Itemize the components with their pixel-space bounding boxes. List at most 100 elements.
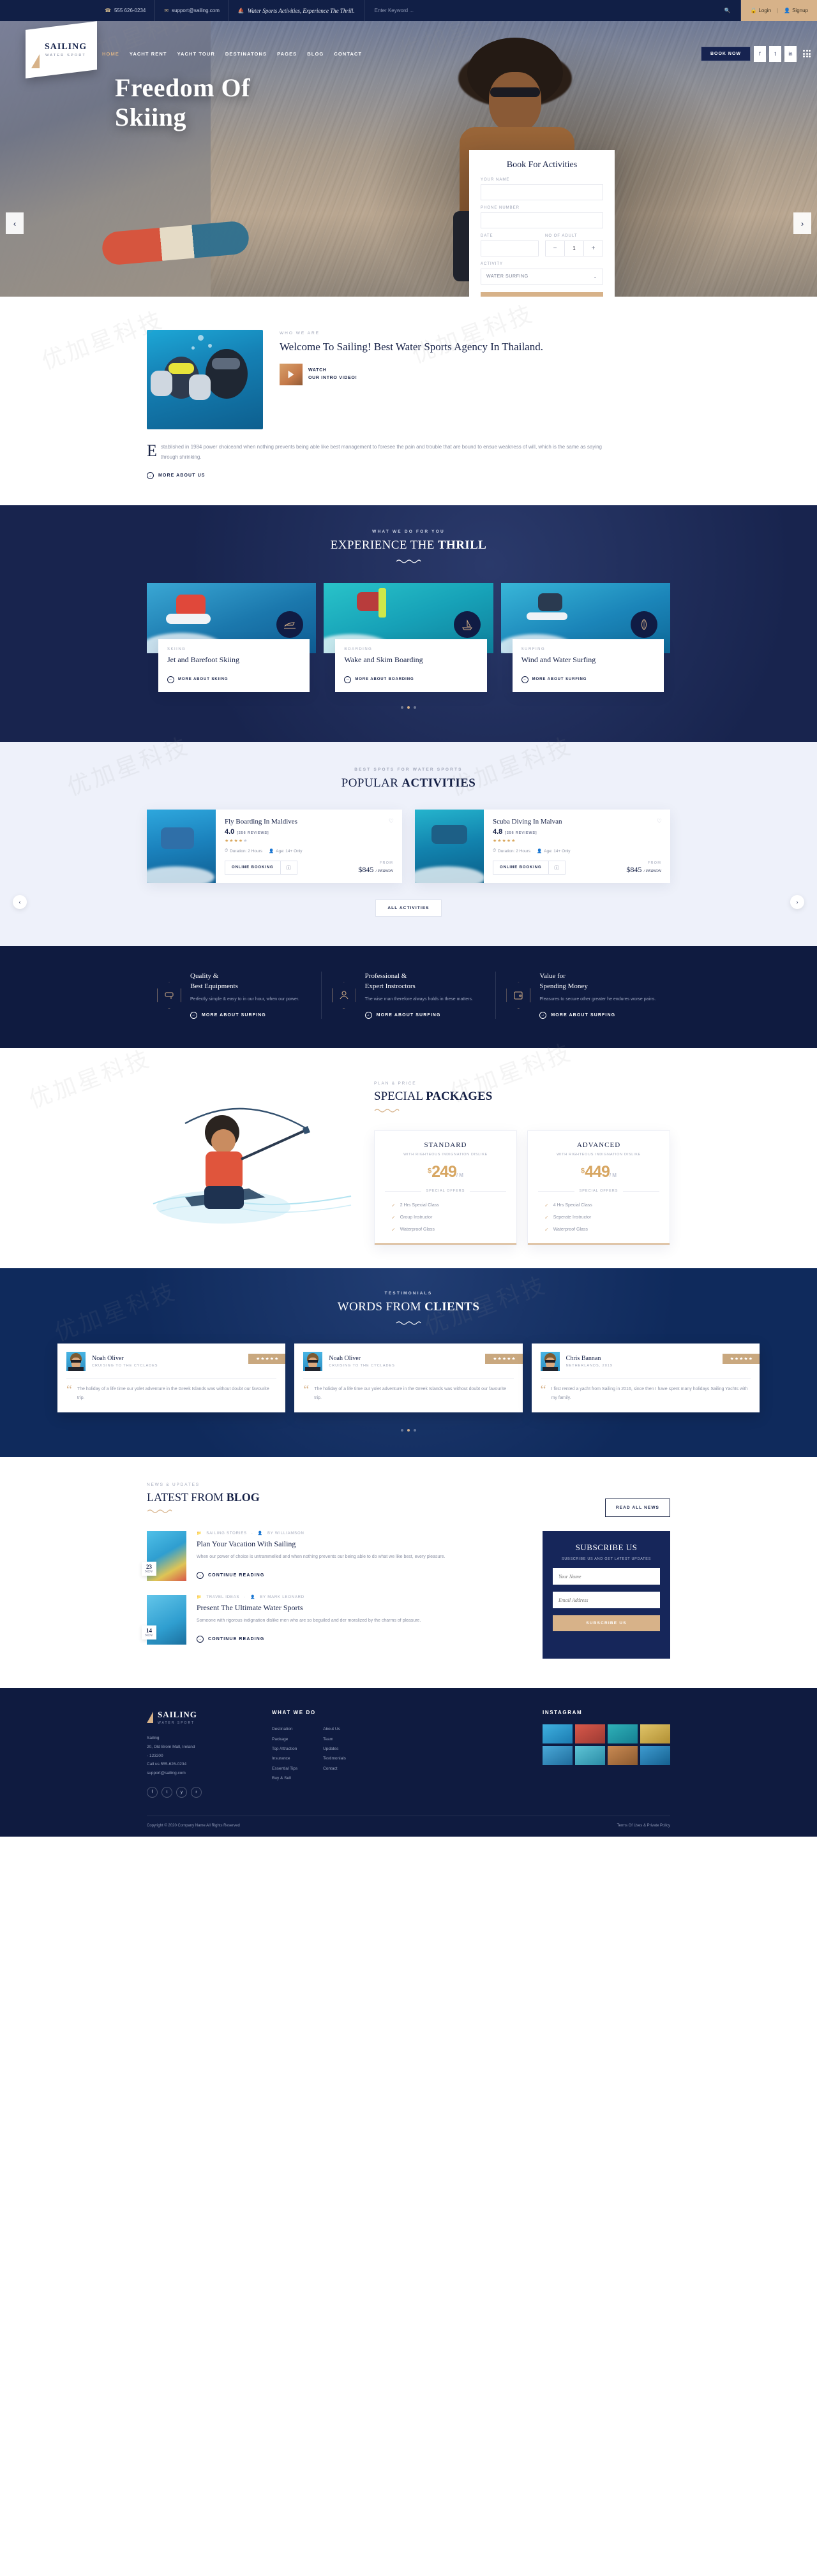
blog-post-author[interactable]: BY MARK LEONARD — [260, 1595, 304, 1599]
footer-link[interactable]: Destination — [272, 1724, 297, 1734]
blog-post-category[interactable]: TRAVEL IDEAS — [206, 1595, 239, 1599]
book-now-button[interactable]: BOOK NOW — [700, 46, 751, 61]
activity-card[interactable]: ♡ Scuba Diving In Malvan 4.8 [256 REVIEW… — [415, 810, 670, 884]
youtube-icon[interactable]: y — [176, 1786, 187, 1798]
plan-name: STANDARD — [424, 1141, 467, 1150]
footer-phone-line[interactable]: Call us 555-626-0234 — [147, 1760, 254, 1769]
pricing-card-advanced[interactable]: ADVANCED WITH RIGHTEOUS INDIGNATION DISL… — [527, 1130, 670, 1246]
nav-item-contact[interactable]: CONTACT — [334, 51, 362, 57]
blog-post-title[interactable]: Present The Ultimate Water Sports — [197, 1603, 421, 1613]
start-booking-button[interactable]: START BOOKING — [481, 292, 603, 297]
activities-next-arrow[interactable]: › — [790, 895, 804, 910]
instagram-thumb[interactable] — [640, 1724, 670, 1744]
blog-post-category[interactable]: SAILING STORIES — [206, 1532, 247, 1536]
more-about-us-button[interactable]: → MORE ABOUT US — [147, 472, 206, 480]
facebook-icon[interactable]: f — [147, 1786, 158, 1798]
thrill-card-boarding[interactable]: BOARDING Wake and Skim Boarding → MORE A… — [324, 582, 493, 693]
read-all-news-button[interactable]: READ ALL NEWS — [604, 1499, 670, 1518]
testimonial-text: The holiday of a life time our yolet adv… — [314, 1387, 506, 1400]
price-info-icon[interactable]: ⓘ — [280, 861, 297, 875]
feature-cta[interactable]: → MORE ABOUT SURFING — [539, 1011, 615, 1019]
nav-item-pages[interactable]: PAGES — [277, 51, 297, 57]
nav-item-yacht-rent[interactable]: YACHT RENT — [130, 51, 167, 57]
online-booking-button[interactable]: ONLINE BOOKING — [493, 861, 549, 875]
footer-link[interactable]: Essential Tips — [272, 1764, 297, 1773]
topbar-phone[interactable]: ☎ 555 626-0234 — [96, 0, 156, 21]
date-input[interactable] — [481, 241, 539, 256]
rss-icon[interactable]: r — [191, 1786, 202, 1798]
footer-link[interactable]: Insurance — [272, 1754, 297, 1763]
instagram-thumb[interactable] — [608, 1746, 638, 1766]
blog-post-cta[interactable]: → CONTINUE READING — [197, 1636, 264, 1643]
signup-link[interactable]: 👤 Signup — [784, 8, 808, 13]
video-thumbnail[interactable] — [280, 363, 303, 385]
instagram-thumb[interactable] — [543, 1746, 573, 1766]
footer-address-line: Sailing — [147, 1736, 160, 1741]
hero-prev-arrow[interactable]: ‹ — [6, 212, 24, 234]
twitter-icon[interactable]: t — [769, 45, 781, 62]
footer-link[interactable]: Buy & Sell — [272, 1773, 297, 1783]
activity-select[interactable]: WATER SURFING ⌄ — [481, 269, 603, 285]
instagram-thumb[interactable] — [575, 1724, 605, 1744]
twitter-icon[interactable]: t — [161, 1786, 172, 1798]
search-icon[interactable]: 🔍 — [724, 8, 731, 13]
terms-link[interactable]: Terms Of Uses & Private Policy — [617, 1824, 670, 1828]
footer-link[interactable]: Updates — [323, 1744, 346, 1754]
footer-link[interactable]: Top Attraction — [272, 1744, 297, 1754]
adult-decrement-button[interactable]: − — [546, 241, 564, 256]
footer-link[interactable]: Contact — [323, 1764, 346, 1773]
blog-post[interactable]: 23 NOV 📁 SAILING STORIES · 👤 BY WILLIAMS… — [142, 1531, 526, 1581]
footer-link[interactable]: Testimonials — [323, 1754, 346, 1763]
blog-post-title[interactable]: Plan Your Vacation With Sailing — [197, 1539, 446, 1549]
linkedin-icon[interactable]: in — [784, 45, 797, 62]
adult-increment-button[interactable]: + — [584, 241, 603, 256]
hero-next-arrow[interactable]: › — [793, 212, 811, 234]
footer-email-line[interactable]: support@sailing.com — [147, 1769, 254, 1778]
feature-cta[interactable]: → MORE ABOUT SURFING — [190, 1011, 266, 1019]
testimonials-carousel-dots[interactable] — [0, 1429, 817, 1432]
grid-menu-icon[interactable] — [803, 50, 811, 57]
instagram-thumb[interactable] — [640, 1746, 670, 1766]
all-activities-button[interactable]: ALL ACTIVITIES — [375, 899, 442, 917]
blog-post-author[interactable]: BY WILLIAMSON — [267, 1532, 304, 1536]
subscribe-button[interactable]: SUBSCRIBE US — [553, 1615, 660, 1632]
footer-link[interactable]: Package — [272, 1735, 297, 1744]
nav-item-blog[interactable]: BLOG — [307, 51, 324, 57]
nav-item-yacht-tour[interactable]: YACHT TOUR — [177, 51, 215, 57]
thrill-card-cta[interactable]: → MORE ABOUT SURFING — [521, 676, 587, 683]
thrill-card-cta[interactable]: → MORE ABOUT SKIING — [167, 676, 228, 683]
activities-prev-arrow[interactable]: ‹ — [13, 895, 27, 910]
thrill-card-surfing[interactable]: SURFING Wind and Water Surfing → MORE AB… — [500, 582, 670, 693]
favorite-icon[interactable]: ♡ — [657, 818, 662, 825]
your-name-input[interactable] — [481, 184, 603, 200]
price-info-icon[interactable]: ⓘ — [548, 861, 566, 875]
footer-link[interactable]: Team — [323, 1735, 346, 1744]
thrill-carousel-dots[interactable] — [147, 706, 670, 709]
login-link[interactable]: 🔒 Login — [750, 8, 771, 13]
instagram-thumb[interactable] — [543, 1724, 573, 1744]
pricing-card-standard[interactable]: STANDARD WITH RIGHTEOUS INDIGNATION DISL… — [374, 1130, 517, 1246]
instagram-thumb[interactable] — [608, 1724, 638, 1744]
thrill-card-skiing[interactable]: SKIING Jet and Barefoot Skiing → MORE AB… — [147, 582, 317, 693]
search-input[interactable] — [374, 8, 721, 13]
footer-logo[interactable]: SAILING WATER SPORT — [147, 1710, 254, 1725]
feature-cta[interactable]: → MORE ABOUT SURFING — [364, 1011, 441, 1019]
favorite-icon[interactable]: ♡ — [389, 818, 394, 825]
instagram-thumb[interactable] — [575, 1746, 605, 1766]
topbar-email[interactable]: ✉ support@sailing.com — [155, 0, 229, 21]
footer-link[interactable]: About Us — [323, 1724, 346, 1734]
blog-post-cta[interactable]: → CONTINUE READING — [197, 1572, 264, 1580]
blog-post[interactable]: 14 NOV 📁 TRAVEL IDEAS · 👤 BY MARK LEONAR… — [142, 1595, 526, 1645]
site-logo[interactable]: SAILING WATER SPORT — [26, 21, 97, 78]
online-booking-button[interactable]: ONLINE BOOKING — [225, 861, 281, 875]
watch-intro-video[interactable]: WATCH OUR INTRO VIDEO! — [280, 363, 670, 385]
facebook-icon[interactable]: f — [754, 45, 766, 62]
nav-item-home[interactable]: HOME — [102, 51, 119, 57]
thrill-card-cta[interactable]: → MORE ABOUT BOARDING — [344, 676, 414, 683]
subscribe-email-input[interactable] — [553, 1592, 660, 1609]
activity-card[interactable]: ♡ Fly Boarding In Maldives 4.0 [256 REVI… — [147, 810, 402, 884]
topbar-search[interactable]: 🔍 — [364, 0, 742, 21]
phone-number-input[interactable] — [481, 212, 603, 228]
nav-item-destinations[interactable]: DESTINATONS — [225, 51, 267, 57]
subscribe-name-input[interactable] — [553, 1568, 660, 1585]
